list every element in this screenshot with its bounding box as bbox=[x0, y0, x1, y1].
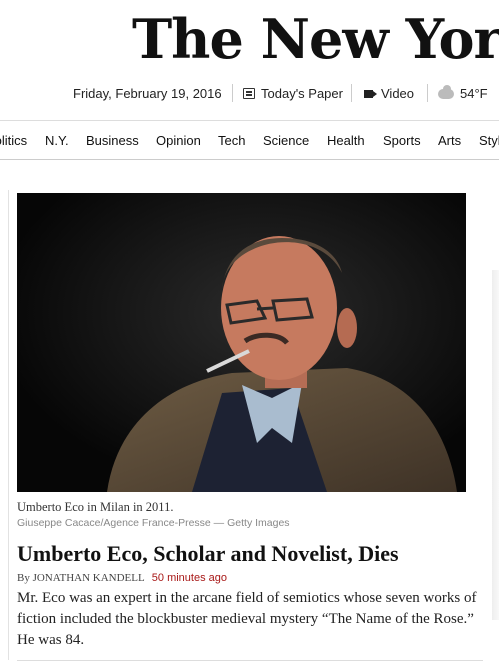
todays-paper-label: Today's Paper bbox=[261, 86, 343, 101]
nav-item-sports[interactable]: Sports bbox=[383, 133, 421, 148]
adjacent-card-edge bbox=[492, 270, 499, 620]
nav-item-politics[interactable]: Politics bbox=[0, 133, 27, 148]
nav-item-arts[interactable]: Arts bbox=[438, 133, 461, 148]
photo-credit: Giuseppe Cacace/Agence France-Presse — G… bbox=[17, 517, 290, 529]
temperature: 54°F bbox=[460, 86, 488, 101]
current-date: Friday, February 19, 2016 bbox=[73, 86, 222, 101]
timestamp: 50 minutes ago bbox=[151, 572, 227, 584]
video-label: Video bbox=[381, 86, 415, 101]
masthead-logo[interactable]: The New York Times bbox=[132, 4, 499, 74]
todays-paper-link[interactable]: Today's Paper bbox=[243, 86, 343, 101]
byline: By JONATHAN KANDELL 50 minutes ago bbox=[17, 572, 227, 584]
article-photo[interactable] bbox=[17, 193, 466, 492]
photo-caption: Umberto Eco in Milan in 2011. bbox=[17, 500, 174, 514]
nav-item-style[interactable]: Style bbox=[479, 133, 499, 148]
masthead[interactable]: The New York Times bbox=[0, 0, 499, 74]
divider bbox=[17, 660, 483, 661]
portrait-illustration bbox=[17, 193, 466, 492]
section-nav: Politics N.Y. Business Opinion Tech Scie… bbox=[0, 120, 499, 160]
card-border bbox=[8, 190, 9, 660]
nav-item-opinion[interactable]: Opinion bbox=[156, 133, 201, 148]
newspaper-icon bbox=[243, 88, 255, 99]
nav-item-tech[interactable]: Tech bbox=[218, 133, 245, 148]
article-summary: Mr. Eco was an expert in the arcane fiel… bbox=[17, 590, 477, 648]
video-link[interactable]: Video bbox=[364, 86, 414, 101]
divider bbox=[351, 84, 352, 102]
nav-item-ny[interactable]: N.Y. bbox=[45, 133, 69, 148]
weather-link[interactable]: 54°F bbox=[438, 84, 488, 101]
nav-item-science[interactable]: Science bbox=[263, 133, 309, 148]
cloud-sun-icon bbox=[438, 84, 454, 99]
nav-item-business[interactable]: Business bbox=[86, 133, 139, 148]
article-headline[interactable]: Umberto Eco, Scholar and Novelist, Dies bbox=[17, 541, 399, 567]
byline-author[interactable]: By JONATHAN KANDELL bbox=[17, 572, 145, 584]
video-camera-icon bbox=[364, 89, 377, 98]
info-bar: Friday, February 19, 2016 Today's Paper … bbox=[0, 80, 499, 106]
divider bbox=[427, 84, 428, 102]
nav-item-health[interactable]: Health bbox=[327, 133, 365, 148]
divider bbox=[232, 84, 233, 102]
